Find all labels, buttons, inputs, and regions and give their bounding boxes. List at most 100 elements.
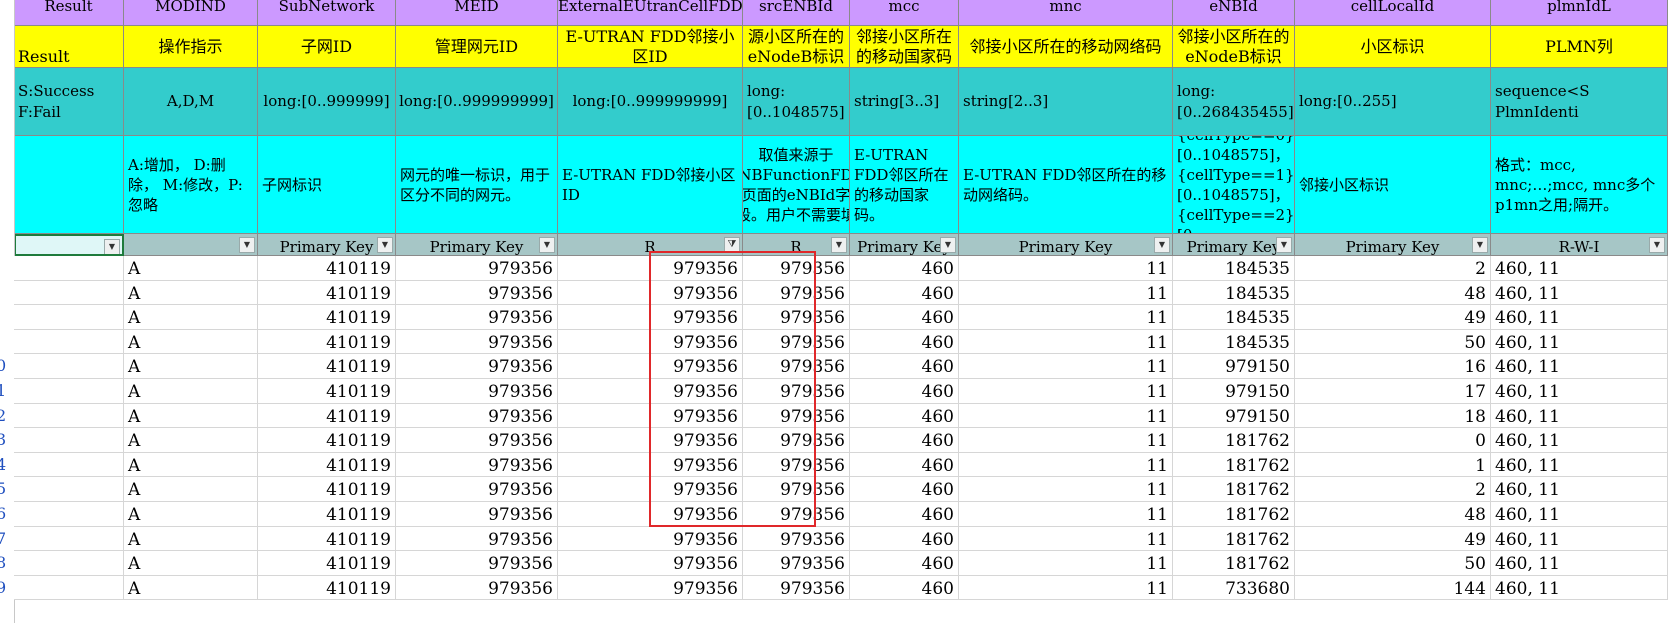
table-cell[interactable]: 979356 [743, 379, 850, 404]
table-cell[interactable]: 460 [850, 256, 959, 281]
table-cell[interactable]: 11 [959, 551, 1173, 576]
table-cell[interactable]: 979356 [396, 329, 558, 355]
dropdown-arrow-icon[interactable]: ▼ [940, 237, 956, 253]
table-cell[interactable]: 460, 11 [1491, 403, 1668, 429]
table-cell[interactable]: 733680 [1173, 575, 1295, 601]
table-cell[interactable]: 979356 [743, 575, 850, 601]
filter-cell-10[interactable]: R-W-I ▼ [1491, 234, 1668, 256]
table-cell[interactable]: 11 [959, 477, 1173, 502]
table-cell[interactable]: 50 [1295, 329, 1491, 355]
table-cell[interactable]: 979356 [558, 256, 743, 281]
table-cell[interactable]: 460 [850, 502, 959, 527]
filter-cell-8[interactable]: Primary Key ▼ [1173, 234, 1295, 256]
table-cell[interactable]: 979356 [743, 452, 850, 478]
filter-cell-3[interactable]: Primary Key ▼ [396, 234, 558, 256]
row-number[interactable]: 4 [0, 451, 14, 477]
dropdown-arrow-icon[interactable]: ▼ [377, 237, 393, 253]
table-cell[interactable]: 460, 11 [1491, 329, 1668, 355]
table-cell[interactable] [14, 575, 124, 601]
table-cell[interactable] [14, 354, 124, 379]
table-cell[interactable] [14, 428, 124, 453]
table-cell[interactable]: 979356 [558, 526, 743, 552]
table-cell[interactable] [14, 452, 124, 478]
table-cell[interactable]: 979356 [743, 305, 850, 330]
row-number[interactable]: 2 [0, 402, 14, 428]
table-cell[interactable]: 11 [959, 354, 1173, 379]
table-cell[interactable]: 460, 11 [1491, 280, 1668, 306]
table-cell[interactable]: 979356 [558, 428, 743, 453]
table-cell[interactable]: 460, 11 [1491, 452, 1668, 478]
table-cell[interactable] [14, 502, 124, 527]
table-cell[interactable]: 979356 [743, 280, 850, 306]
table-cell[interactable]: 460 [850, 477, 959, 502]
table-cell[interactable]: 979356 [396, 452, 558, 478]
table-cell[interactable]: 11 [959, 526, 1173, 552]
table-cell[interactable]: 979356 [396, 256, 558, 281]
row-number[interactable]: 0 [0, 352, 14, 378]
table-cell[interactable]: 979356 [558, 575, 743, 601]
table-cell[interactable]: 460 [850, 305, 959, 330]
table-cell[interactable] [14, 403, 124, 429]
table-cell[interactable]: 979356 [743, 329, 850, 355]
table-cell[interactable]: A [124, 329, 258, 355]
table-cell[interactable]: 410119 [258, 575, 396, 601]
table-cell[interactable]: 460 [850, 379, 959, 404]
table-cell[interactable]: 979356 [743, 256, 850, 281]
table-cell[interactable] [14, 305, 124, 330]
filter-cell-1[interactable]: ▼ [124, 234, 258, 256]
table-cell[interactable]: A [124, 575, 258, 601]
table-cell[interactable]: 979356 [743, 477, 850, 502]
filter-cell-6[interactable]: Primary Key ▼ [850, 234, 959, 256]
table-cell[interactable]: 50 [1295, 551, 1491, 576]
funnel-filter-icon[interactable]: ⧩ [724, 237, 740, 253]
table-cell[interactable]: 979356 [558, 551, 743, 576]
table-cell[interactable]: 979356 [396, 379, 558, 404]
table-cell[interactable]: 11 [959, 452, 1173, 478]
table-cell[interactable]: 979150 [1173, 379, 1295, 404]
table-cell[interactable]: 2 [1295, 477, 1491, 502]
table-cell[interactable]: 979356 [743, 502, 850, 527]
filter-cell-5[interactable]: R ▼ [743, 234, 850, 256]
table-cell[interactable]: 181762 [1173, 477, 1295, 502]
table-cell[interactable]: 11 [959, 379, 1173, 404]
table-cell[interactable]: 460 [850, 329, 959, 355]
table-cell[interactable] [14, 551, 124, 576]
table-cell[interactable]: A [124, 502, 258, 527]
row-number[interactable]: 9 [0, 574, 14, 600]
table-cell[interactable]: 460 [850, 280, 959, 306]
table-cell[interactable]: 11 [959, 280, 1173, 306]
table-cell[interactable]: 460, 11 [1491, 502, 1668, 527]
table-cell[interactable]: 460 [850, 551, 959, 576]
table-cell[interactable] [14, 256, 124, 281]
table-cell[interactable]: 48 [1295, 280, 1491, 306]
row-number[interactable] [0, 328, 14, 354]
table-cell[interactable]: 410119 [258, 502, 396, 527]
table-cell[interactable]: 410119 [258, 526, 396, 552]
table-cell[interactable]: 460, 11 [1491, 354, 1668, 379]
table-cell[interactable]: 460, 11 [1491, 575, 1668, 601]
table-cell[interactable]: 460, 11 [1491, 428, 1668, 453]
dropdown-arrow-icon[interactable]: ▼ [1154, 237, 1170, 253]
table-cell[interactable]: A [124, 354, 258, 379]
table-cell[interactable]: A [124, 379, 258, 404]
table-cell[interactable]: A [124, 280, 258, 306]
table-cell[interactable]: 979356 [396, 354, 558, 379]
table-cell[interactable]: 979150 [1173, 354, 1295, 379]
dropdown-arrow-icon[interactable]: ▼ [831, 237, 847, 253]
table-cell[interactable]: A [124, 305, 258, 330]
table-cell[interactable]: A [124, 526, 258, 552]
table-cell[interactable]: 144 [1295, 575, 1491, 601]
row-number[interactable] [0, 279, 14, 305]
table-cell[interactable]: 979356 [558, 305, 743, 330]
table-cell[interactable]: 410119 [258, 551, 396, 576]
table-cell[interactable]: 49 [1295, 305, 1491, 330]
row-number[interactable]: 7 [0, 525, 14, 551]
table-cell[interactable]: 460, 11 [1491, 477, 1668, 502]
table-cell[interactable]: 2 [1295, 256, 1491, 281]
table-cell[interactable]: 460 [850, 354, 959, 379]
table-cell[interactable]: 460, 11 [1491, 379, 1668, 404]
table-cell[interactable] [14, 379, 124, 404]
table-cell[interactable]: 979356 [743, 354, 850, 379]
table-cell[interactable]: A [124, 551, 258, 576]
table-cell[interactable]: 979356 [558, 403, 743, 429]
